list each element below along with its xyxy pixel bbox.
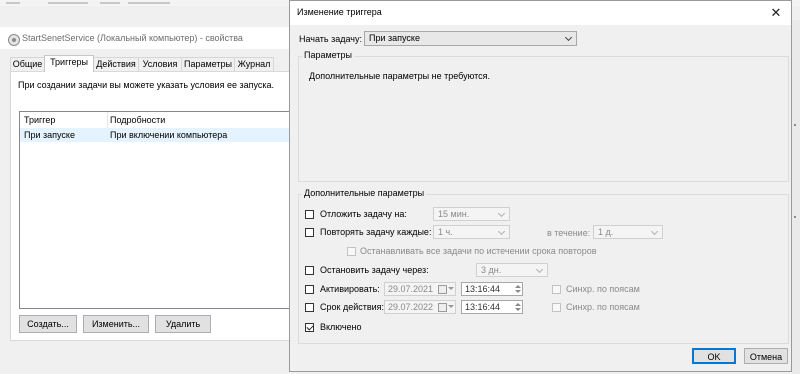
expire-time-field[interactable]: 13:16:44 (461, 300, 523, 314)
stop-after-label: Остановить задачу через: (320, 265, 429, 275)
triggers-table[interactable]: Триггер Подробности При запуске При вклю… (19, 111, 291, 309)
triggers-table-header: Триггер Подробности (20, 112, 290, 128)
delay-value: 15 мин. (438, 209, 470, 219)
expire-checkbox[interactable] (305, 303, 314, 312)
stop-all-checkbox[interactable] (347, 247, 356, 256)
details-cell: При включении компьютера (110, 130, 228, 140)
expire-label: Срок действия: (320, 302, 385, 312)
service-icon (8, 34, 20, 46)
activate-checkbox[interactable] (305, 285, 314, 294)
chevron-down-icon (650, 226, 660, 238)
start-task-label: Начать задачу: (299, 34, 362, 44)
chevron-down-icon (535, 264, 545, 276)
repeat-checkbox[interactable] (305, 228, 314, 237)
chevron-down-icon (497, 208, 507, 220)
column-divider (107, 112, 108, 128)
expire-date-picker[interactable]: 29.07.2022 (384, 300, 456, 314)
start-task-value: При запуске (369, 33, 420, 43)
calendar-icon (438, 303, 447, 312)
chevron-down-icon (448, 305, 454, 308)
repeat-select[interactable]: 1 ч. (433, 225, 510, 239)
tab-triggers[interactable]: Триггеры (44, 55, 94, 72)
repeat-duration-label: в течение: (547, 228, 591, 238)
chevron-down-icon (497, 226, 507, 238)
activate-time: 13:16:44 (465, 284, 501, 294)
repeat-duration-select[interactable]: 1 д. (593, 225, 663, 239)
calendar-icon (438, 285, 447, 294)
activate-time-field[interactable]: 13:16:44 (461, 282, 523, 296)
triggers-description: При создании задачи вы можете указать ус… (18, 80, 275, 90)
expire-date: 29.07.2022 (388, 302, 434, 312)
activate-sync-checkbox[interactable] (552, 285, 561, 294)
delay-select[interactable]: 15 мин. (433, 207, 510, 221)
expire-time: 13:16:44 (465, 302, 501, 312)
column-header-trigger[interactable]: Триггер (24, 115, 55, 125)
delete-button[interactable]: Удалить (155, 315, 211, 333)
trigger-cell: При запуске (24, 130, 75, 140)
close-icon[interactable]: ✕ (766, 4, 786, 22)
activate-date-picker[interactable]: 29.07.2021 (384, 282, 456, 296)
stop-after-select[interactable]: 3 дн. (476, 263, 548, 277)
enabled-checkbox[interactable] (305, 323, 314, 332)
start-task-select[interactable]: При запуске (364, 31, 577, 46)
tab-actions[interactable]: Действия (93, 57, 139, 71)
repeat-label: Повторять задачу каждые: (320, 227, 432, 237)
edit-trigger-dialog: Изменение триггера ✕ Начать задачу: При … (289, 0, 792, 372)
delay-checkbox[interactable] (305, 210, 314, 219)
expire-sync-label: Синхр. по поясам (566, 302, 640, 312)
table-row[interactable]: При запуске При включении компьютера (20, 128, 290, 142)
tab-conditions[interactable]: Условия (138, 57, 182, 71)
tab-history[interactable]: Журнал (234, 57, 274, 71)
stop-all-label: Останавливать все задачи по истечении ср… (360, 246, 597, 256)
parameters-text: Дополнительные параметры не требуются. (309, 71, 491, 81)
spinner-icon[interactable] (514, 283, 521, 295)
repeat-value: 1 ч. (438, 227, 453, 237)
spinner-icon[interactable] (514, 301, 521, 313)
delay-label: Отложить задачу на: (320, 209, 407, 219)
edit-button[interactable]: Изменить... (83, 315, 149, 333)
advanced-group-label: Дополнительные параметры (302, 188, 427, 198)
background-right-edge (792, 20, 800, 374)
column-header-details[interactable]: Подробности (110, 115, 165, 125)
chevron-down-icon (448, 287, 454, 290)
repeat-duration-value: 1 д. (598, 227, 614, 237)
cancel-button[interactable]: Отмена (744, 348, 788, 364)
expire-sync-checkbox[interactable] (552, 303, 561, 312)
dialog-title: Изменение триггера (297, 7, 382, 17)
tab-general[interactable]: Общие (10, 57, 45, 71)
ok-button[interactable]: OK (692, 348, 736, 364)
background-window-title: StartSenetService (Локальный компьютер) … (22, 33, 243, 43)
tab-settings[interactable]: Параметры (181, 57, 235, 71)
parameters-group-label: Параметры (302, 50, 354, 60)
stop-after-checkbox[interactable] (305, 266, 314, 275)
create-button[interactable]: Создать... (19, 315, 77, 333)
enabled-label: Включено (320, 322, 362, 332)
activate-date: 29.07.2021 (388, 284, 434, 294)
activate-sync-label: Синхр. по поясам (566, 284, 640, 294)
chevron-down-icon (564, 32, 574, 44)
stop-after-value: 3 дн. (481, 265, 502, 275)
activate-label: Активировать: (320, 284, 380, 294)
